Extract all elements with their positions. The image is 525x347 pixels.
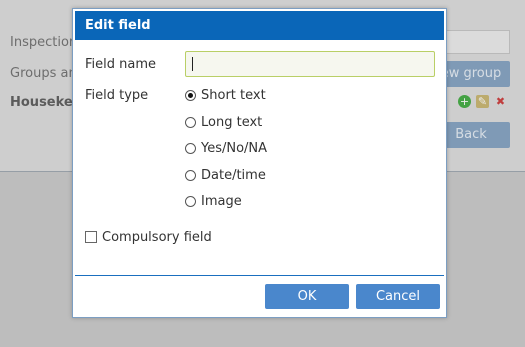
field-name-input[interactable]: [185, 51, 435, 77]
radio-button[interactable]: [185, 169, 196, 181]
radio-short-text[interactable]: Short text: [185, 86, 266, 104]
footer-divider: [75, 275, 444, 276]
radio-label: Long text: [201, 114, 263, 130]
compulsory-field-option[interactable]: Compulsory field: [85, 228, 212, 246]
compulsory-checkbox[interactable]: [85, 231, 97, 243]
compulsory-label: Compulsory field: [102, 229, 212, 245]
ok-button[interactable]: OK: [265, 284, 349, 309]
radio-label: Yes/No/NA: [201, 140, 268, 156]
radio-date-time[interactable]: Date/time: [185, 166, 266, 184]
radio-yes-no-na[interactable]: Yes/No/NA: [185, 139, 267, 157]
dialog-title: Edit field: [75, 11, 444, 40]
radio-image[interactable]: Image: [185, 192, 242, 210]
radio-button[interactable]: [185, 116, 196, 128]
text-caret: [192, 57, 193, 71]
radio-long-text[interactable]: Long text: [185, 113, 262, 131]
radio-label: Short text: [201, 87, 266, 103]
field-type-label: Field type: [85, 88, 149, 103]
radio-button[interactable]: [185, 89, 196, 101]
radio-button[interactable]: [185, 195, 196, 207]
radio-label: Image: [201, 193, 242, 209]
radio-label: Date/time: [201, 167, 266, 183]
field-name-label: Field name: [85, 57, 157, 72]
edit-field-dialog: Edit field Field name Field type Short t…: [72, 8, 447, 318]
radio-button[interactable]: [185, 142, 196, 154]
cancel-button[interactable]: Cancel: [356, 284, 440, 309]
